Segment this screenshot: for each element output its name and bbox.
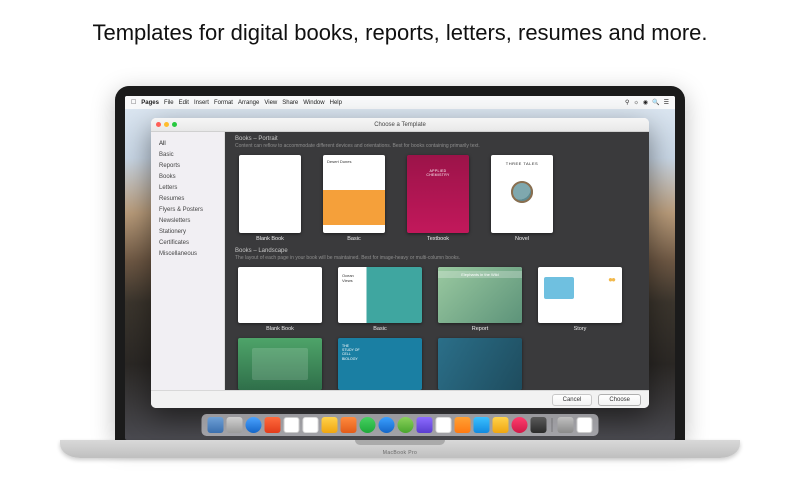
menubar-app-name[interactable]: Pages: [141, 100, 159, 106]
template-label: Blank Book: [256, 236, 284, 242]
dock-reminders-icon[interactable]: [322, 417, 338, 433]
dock-separator: [552, 418, 553, 432]
zoom-icon[interactable]: [172, 122, 177, 127]
menu-file[interactable]: File: [164, 100, 174, 106]
dock-photos-icon[interactable]: [341, 417, 357, 433]
template-thumb: [407, 155, 469, 233]
dock-messages-icon[interactable]: [379, 417, 395, 433]
menu-format[interactable]: Format: [214, 100, 233, 106]
template-textbook-landscape[interactable]: Textbook: [335, 338, 425, 390]
menu-edit[interactable]: Edit: [179, 100, 189, 106]
template-thumb: [338, 338, 422, 390]
dock-pages-icon[interactable]: [455, 417, 471, 433]
template-label: Textbook: [427, 236, 449, 242]
dock-finder-icon[interactable]: [208, 417, 224, 433]
dock-mail-icon[interactable]: [265, 417, 281, 433]
dock-calendar-icon[interactable]: [284, 417, 300, 433]
sidebar-item-miscellaneous[interactable]: Miscellaneous: [151, 248, 224, 259]
dock-appstore-icon[interactable]: [417, 417, 433, 433]
window-title: Choose a Template: [374, 122, 426, 128]
dock-keynote-icon[interactable]: [493, 417, 509, 433]
dock-safari-icon[interactable]: [246, 417, 262, 433]
template-grid-area[interactable]: Books – Portrait Content can reflow to a…: [225, 132, 649, 390]
menu-share[interactable]: Share: [282, 100, 298, 106]
menu-arrange[interactable]: Arrange: [238, 100, 259, 106]
dock-launchpad-icon[interactable]: [227, 417, 243, 433]
laptop-mockup:  Pages File Edit Insert Format Arrange …: [115, 86, 685, 458]
template-thumb: [323, 155, 385, 233]
close-icon[interactable]: [156, 122, 161, 127]
menu-help[interactable]: Help: [330, 100, 342, 106]
marketing-headline: Templates for digital books, reports, le…: [0, 0, 800, 54]
template-story-landscape[interactable]: Story: [535, 267, 625, 332]
template-report-landscape[interactable]: Report: [435, 267, 525, 332]
menu-insert[interactable]: Insert: [194, 100, 209, 106]
apple-menu-icon[interactable]: : [131, 99, 136, 106]
template-thumb: [239, 155, 301, 233]
template-extra-landscape[interactable]: [435, 338, 525, 390]
template-thumb: [491, 155, 553, 233]
template-chooser-window: Choose a Template All Basic Reports Book…: [151, 118, 649, 408]
template-blank-book-portrait[interactable]: Blank Book: [235, 155, 305, 242]
mac-dock[interactable]: [202, 414, 599, 436]
dock-itunes-icon[interactable]: [512, 417, 528, 433]
template-basic-landscape[interactable]: Basic: [335, 267, 425, 332]
laptop-base: MacBook Pro: [60, 440, 740, 458]
template-thumb: [438, 267, 522, 323]
sidebar-item-flyers[interactable]: Flyers & Posters: [151, 204, 224, 215]
dock-trash-icon[interactable]: [577, 417, 593, 433]
dock-numbers-icon[interactable]: [474, 417, 490, 433]
sidebar-item-books[interactable]: Books: [151, 171, 224, 182]
dock-maps-icon[interactable]: [398, 417, 414, 433]
sidebar-item-reports[interactable]: Reports: [151, 160, 224, 171]
sidebar-item-newsletters[interactable]: Newsletters: [151, 215, 224, 226]
template-blank-book-landscape[interactable]: Blank Book: [235, 267, 325, 332]
dock-preview-icon[interactable]: [436, 417, 452, 433]
laptop-screen:  Pages File Edit Insert Format Arrange …: [125, 96, 675, 440]
sidebar-item-stationery[interactable]: Stationery: [151, 226, 224, 237]
cancel-button[interactable]: Cancel: [552, 394, 593, 406]
section-title: Books – Landscape: [235, 248, 639, 254]
section-books-portrait: Books – Portrait Content can reflow to a…: [225, 132, 649, 149]
window-footer: Cancel Choose: [151, 390, 649, 408]
template-thumb: [238, 338, 322, 390]
laptop-model-label: MacBook Pro: [383, 450, 417, 456]
template-row-landscape-2: Lesson Textbook: [225, 332, 649, 390]
template-basic-portrait[interactable]: Basic: [319, 155, 389, 242]
template-row-landscape: Blank Book Basic Report Story: [225, 261, 649, 334]
sidebar-item-basic[interactable]: Basic: [151, 149, 224, 160]
dock-systemprefs-icon[interactable]: [531, 417, 547, 433]
template-thumb: [538, 267, 622, 323]
template-label: Basic: [347, 236, 360, 242]
sidebar-item-resumes[interactable]: Resumes: [151, 193, 224, 204]
menu-view[interactable]: View: [264, 100, 277, 106]
dock-notes-icon[interactable]: [303, 417, 319, 433]
template-thumb: [438, 338, 522, 390]
section-title: Books – Portrait: [235, 136, 639, 142]
window-titlebar[interactable]: Choose a Template: [151, 118, 649, 132]
template-textbook-portrait[interactable]: Textbook: [403, 155, 473, 242]
template-novel-portrait[interactable]: Novel: [487, 155, 557, 242]
sidebar-item-certificates[interactable]: Certificates: [151, 237, 224, 248]
dock-facetime-icon[interactable]: [360, 417, 376, 433]
template-thumb: [338, 267, 422, 323]
minimize-icon[interactable]: [164, 122, 169, 127]
menu-window[interactable]: Window: [303, 100, 324, 106]
template-row-portrait: Blank Book Basic Textbook Novel: [225, 149, 649, 244]
sidebar-item-all[interactable]: All: [151, 138, 224, 149]
dock-downloads-icon[interactable]: [558, 417, 574, 433]
template-label: Novel: [515, 236, 529, 242]
mac-menubar:  Pages File Edit Insert Format Arrange …: [125, 96, 675, 109]
template-thumb: [238, 267, 322, 323]
template-lesson-landscape[interactable]: Lesson: [235, 338, 325, 390]
section-books-landscape: Books – Landscape The layout of each pag…: [225, 244, 649, 261]
menubar-status-icons[interactable]: ⚲☼◉🔍☰: [621, 99, 669, 106]
sidebar-item-letters[interactable]: Letters: [151, 182, 224, 193]
choose-button[interactable]: Choose: [598, 394, 641, 406]
window-traffic-lights[interactable]: [156, 122, 177, 127]
template-category-sidebar: All Basic Reports Books Letters Resumes …: [151, 132, 225, 390]
